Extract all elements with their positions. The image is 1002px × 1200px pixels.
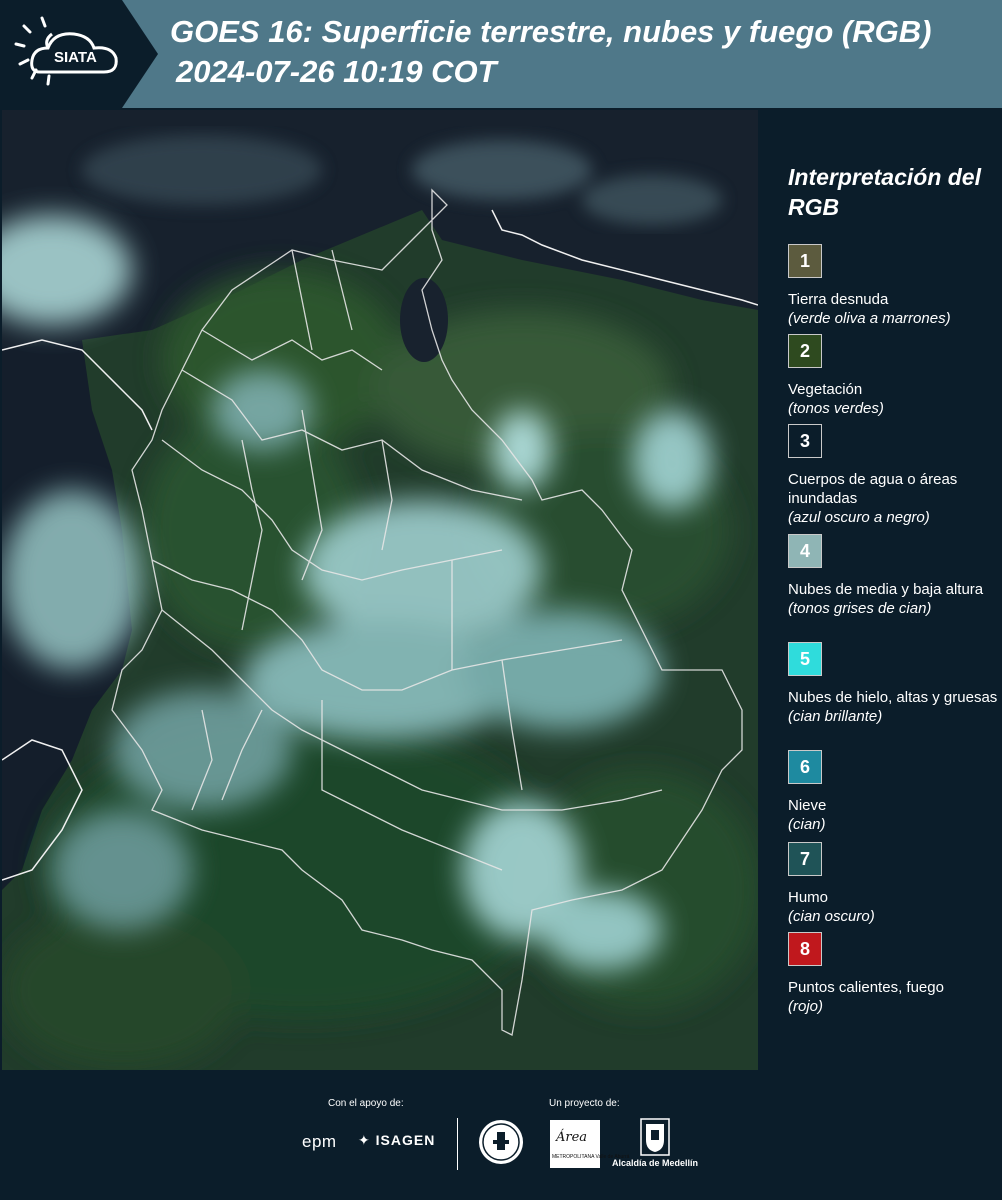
legend-item-smoke: 7 Humo (cian oscuro) — [788, 842, 998, 926]
legend-desc-1: (verde oliva a marrones) — [788, 310, 951, 327]
legend-swatch-7: 7 — [788, 842, 822, 876]
legend-desc-6: (cian) — [788, 816, 826, 833]
legend-swatch-2: 2 — [788, 334, 822, 368]
legend-label-5: Nubes de hielo, altas y gruesas — [788, 689, 998, 706]
support-label: Con el apoyo de: — [328, 1098, 404, 1109]
university-seal-icon — [477, 1118, 525, 1171]
legend-label-7: Humo — [788, 889, 829, 906]
footer: Con el apoyo de: Un proyecto de: epm ✦ I… — [0, 1070, 1002, 1200]
legend-label-8: Puntos calientes, fuego — [788, 979, 944, 996]
legend-item-water: 3 Cuerpos de agua o áreas inundadas (azu… — [788, 424, 998, 527]
legend-label-6: Nieve — [788, 797, 827, 814]
header-bar: SIATA GOES 16: Superficie terrestre, nub… — [0, 0, 1002, 108]
medellin-shield-icon — [640, 1118, 670, 1161]
legend-desc-4: (tonos grises de cian) — [788, 600, 932, 617]
legend-swatch-6: 6 — [788, 750, 822, 784]
legend-swatch-8: 8 — [788, 932, 822, 966]
page-timestamp: 2024-07-26 10:19 COT — [176, 54, 497, 89]
page-title: GOES 16: Superficie terrestre, nubes y f… — [170, 14, 932, 49]
legend-desc-7: (cian oscuro) — [788, 908, 875, 925]
legend-swatch-4: 4 — [788, 534, 822, 568]
legend-swatch-3: 3 — [788, 424, 822, 458]
legend-item-bare-soil: 1 Tierra desnuda (verde oliva a marrones… — [788, 244, 998, 328]
isagen-logo: ✦ ISAGEN — [358, 1132, 435, 1149]
legend-desc-3: (azul oscuro a negro) — [788, 509, 930, 526]
legend-item-snow: 6 Nieve (cian) — [788, 750, 998, 834]
legend-item-fire: 8 Puntos calientes, fuego (rojo) — [788, 932, 998, 1016]
legend-label-3: Cuerpos de agua o áreas inundadas — [788, 471, 958, 507]
legend-panel: Interpretación del RGB 1 Tierra desnuda … — [758, 110, 1002, 1070]
legend-label-1: Tierra desnuda — [788, 291, 889, 308]
siata-logo: SIATA — [0, 0, 158, 108]
medellin-label: Alcaldía de Medellín — [612, 1158, 699, 1168]
legend-swatch-1: 1 — [788, 244, 822, 278]
legend-desc-8: (rojo) — [788, 998, 824, 1015]
satellite-image — [2, 110, 758, 1070]
legend-label-2: Vegetación — [788, 381, 863, 398]
isagen-icon: ✦ — [358, 1132, 371, 1148]
isagen-logo-text: ISAGEN — [375, 1132, 436, 1148]
project-label: Un proyecto de: — [549, 1098, 620, 1109]
legend-label-4: Nubes de media y baja altura — [788, 581, 984, 598]
area-metropolitana-text: Área — [556, 1130, 588, 1145]
siata-logo-text: SIATA — [54, 49, 97, 66]
footer-divider — [457, 1118, 458, 1170]
legend-desc-2: (tonos verdes) — [788, 400, 884, 417]
legend-desc-5: (cian brillante) — [788, 708, 883, 725]
satellite-map — [2, 110, 758, 1070]
legend-item-vegetation: 2 Vegetación (tonos verdes) — [788, 334, 998, 418]
legend-item-mid-low-clouds: 4 Nubes de media y baja altura (tonos gr… — [788, 534, 998, 618]
legend-item-ice-clouds: 5 Nubes de hielo, altas y gruesas (cian … — [788, 642, 998, 726]
legend-title: Interpretación del RGB — [788, 164, 981, 220]
legend-swatch-5: 5 — [788, 642, 822, 676]
epm-logo: epm — [302, 1132, 337, 1151]
